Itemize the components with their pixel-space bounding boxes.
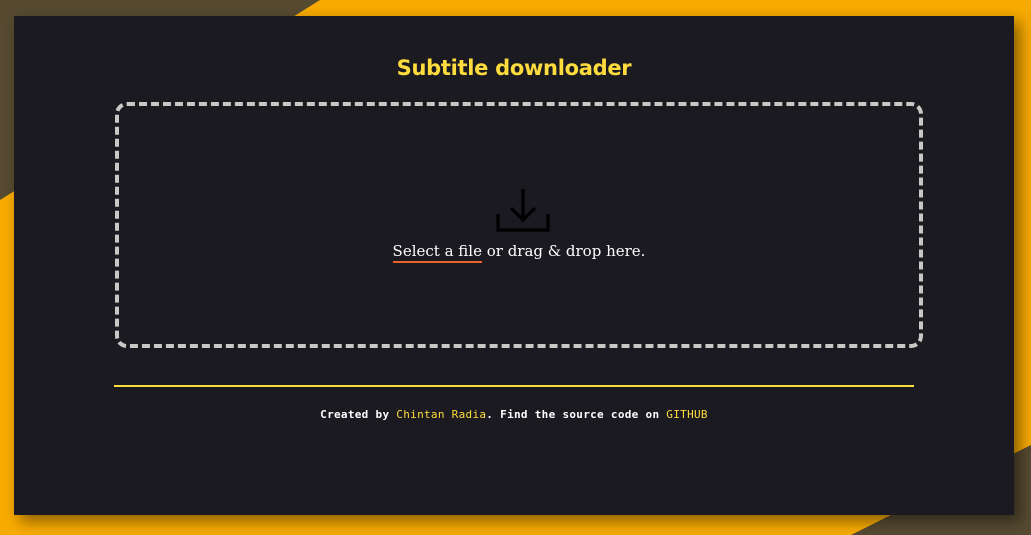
file-dropzone[interactable]: Select a file or drag & drop here. — [115, 102, 923, 348]
drag-drop-hint: or drag & drop here. — [481, 242, 646, 260]
page-title: Subtitle downloader — [396, 56, 632, 80]
download-icon — [496, 189, 550, 232]
footer-divider — [114, 385, 914, 387]
dropzone-text: Select a file or drag & drop here. — [119, 242, 919, 263]
author-link[interactable]: Chintan Radia — [396, 408, 486, 421]
footer-credits: Created by Chintan Radia. Find the sourc… — [14, 408, 1014, 421]
github-link[interactable]: GITHUB — [666, 408, 708, 421]
footer-prefix: Created by — [320, 408, 397, 421]
main-card: Subtitle downloader Select a file or dra… — [14, 16, 1014, 515]
footer-middle: . Find the source code on — [486, 408, 667, 421]
select-file-link[interactable]: Select a file — [392, 242, 482, 263]
